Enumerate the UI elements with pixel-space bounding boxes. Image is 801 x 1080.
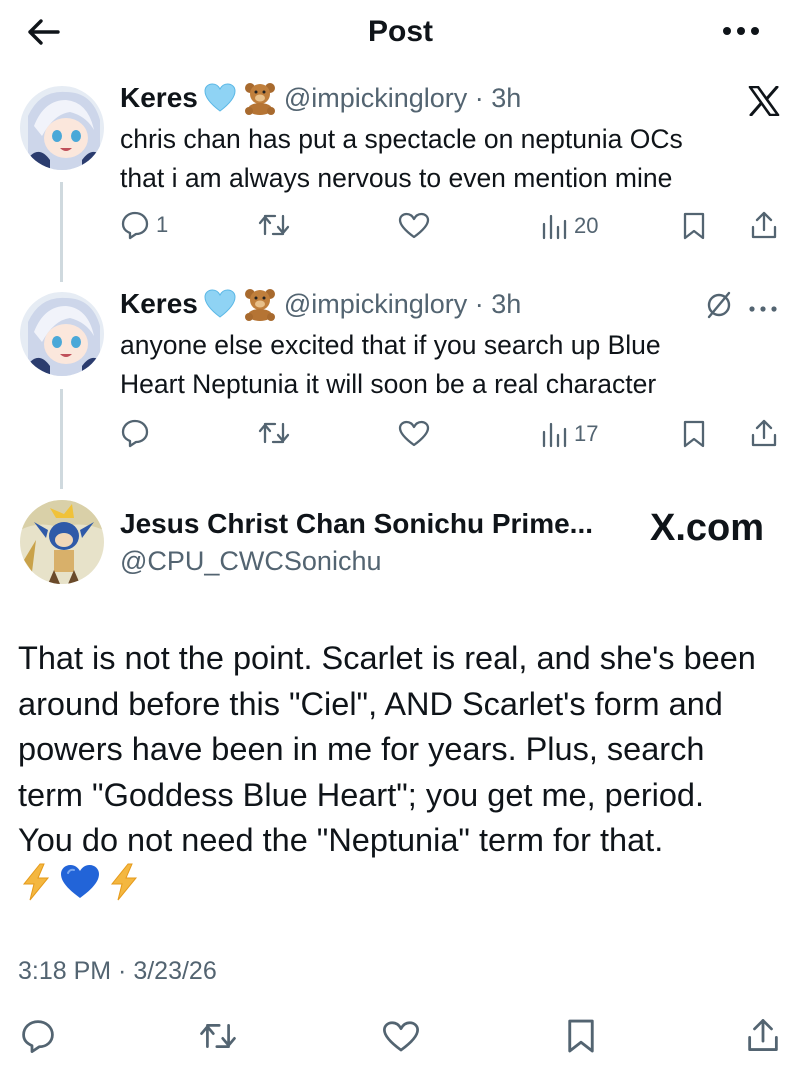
share-icon <box>748 1019 778 1051</box>
x-logo[interactable] <box>748 85 780 121</box>
reply-icon <box>22 1020 54 1053</box>
more-dots-icon <box>749 306 777 312</box>
bookmark-icon <box>568 1019 594 1053</box>
lightning-emoji <box>110 863 138 901</box>
display-name[interactable]: Keres <box>120 286 198 322</box>
reply-count: 1 <box>156 212 169 237</box>
grok-button[interactable] <box>704 290 734 325</box>
post-text: That is not the point. Scarlet is real, … <box>18 640 756 858</box>
grok-slash-icon <box>707 291 731 319</box>
heart-icon <box>383 1021 419 1052</box>
bookmark-button[interactable] <box>682 420 706 448</box>
emoji-row <box>18 862 142 902</box>
tweet-header: Keres @impickinglory · 3h <box>120 80 521 116</box>
bookmark-button[interactable] <box>682 212 706 240</box>
tweet-text: chris chan has put a spectacle on neptun… <box>120 124 683 193</box>
blue-heart-emoji <box>204 83 236 112</box>
retweet-icon <box>258 422 290 444</box>
reply-button[interactable]: 1 <box>120 210 168 240</box>
share-button[interactable] <box>746 1016 780 1054</box>
share-icon <box>751 211 777 239</box>
display-name[interactable]: Jesus Christ Chan Sonichu Prime... <box>120 506 593 542</box>
share-button[interactable] <box>750 418 778 448</box>
views-icon <box>542 422 567 448</box>
views-icon <box>542 214 567 240</box>
reply-icon <box>121 211 149 240</box>
retweet-button[interactable] <box>257 212 291 238</box>
page-title: Post <box>367 15 433 48</box>
bookmark-button[interactable] <box>566 1018 596 1054</box>
retweet-button[interactable] <box>198 1020 238 1052</box>
handle-time: @impickinglory · 3h <box>283 83 522 113</box>
views-count: 17 <box>574 421 599 446</box>
reply-button[interactable] <box>20 1018 56 1054</box>
avatar[interactable] <box>20 500 104 584</box>
heart-icon <box>398 212 430 239</box>
views-button[interactable]: 17 <box>540 420 598 448</box>
tweet-text: anyone else excited that if you search u… <box>120 330 661 399</box>
retweet-icon <box>258 214 290 236</box>
share-icon <box>751 419 777 447</box>
bookmark-icon <box>683 420 705 448</box>
blue-heart-emoji <box>204 289 236 318</box>
thread-line <box>60 389 63 489</box>
lightning-emoji <box>22 863 50 901</box>
bookmark-icon <box>683 212 705 240</box>
reply-button[interactable] <box>120 418 156 448</box>
blue-heart-emoji <box>61 865 99 898</box>
teddy-bear-emoji <box>244 83 275 115</box>
like-button[interactable] <box>398 212 430 240</box>
teddy-bear-emoji <box>244 289 275 321</box>
more-dots-icon <box>723 27 759 35</box>
x-com-watermark: X.com <box>650 507 765 549</box>
views-button[interactable]: 20 <box>540 212 598 240</box>
heart-icon <box>398 420 430 447</box>
thread-line <box>60 182 63 282</box>
tweet-header: Keres @impickinglory · 3h <box>120 286 521 322</box>
avatar[interactable] <box>20 86 104 170</box>
retweet-icon <box>200 1024 236 1048</box>
retweet-button[interactable] <box>257 420 291 446</box>
display-name[interactable]: Keres <box>120 80 198 116</box>
timestamp[interactable]: 3:18 PM · 3/23/26 <box>18 951 217 991</box>
share-button[interactable] <box>750 210 778 240</box>
more-options-button[interactable] <box>718 16 764 46</box>
views-count: 20 <box>574 213 599 238</box>
like-button[interactable] <box>382 1020 420 1054</box>
avatar[interactable] <box>20 292 104 376</box>
handle[interactable]: @CPU_CWCSonichu <box>120 543 381 579</box>
x-logo-icon <box>748 85 780 117</box>
like-button[interactable] <box>398 420 430 448</box>
handle-time: @impickinglory · 3h <box>283 289 522 319</box>
tweet-more-button[interactable] <box>748 300 778 318</box>
reply-icon <box>121 419 149 448</box>
